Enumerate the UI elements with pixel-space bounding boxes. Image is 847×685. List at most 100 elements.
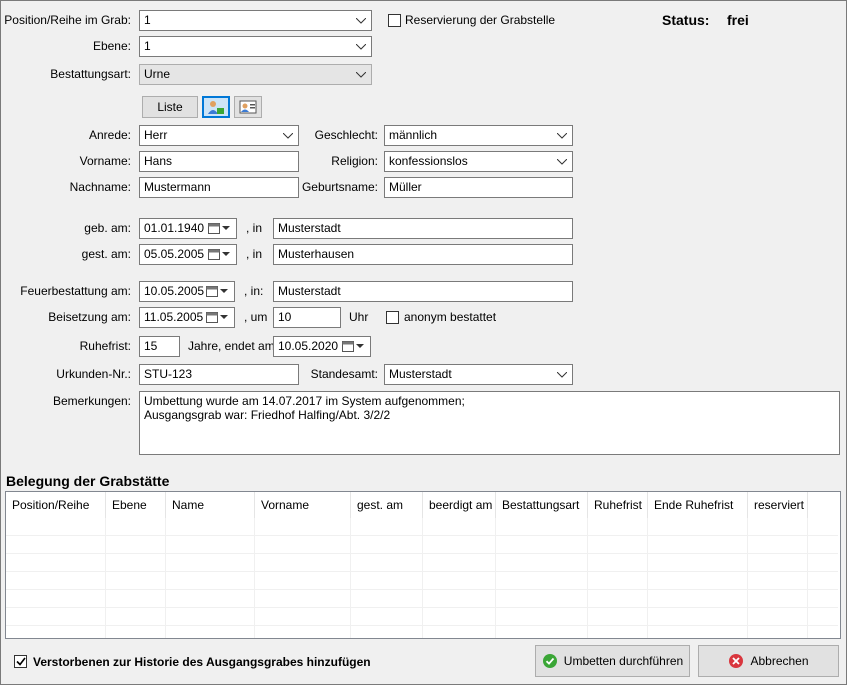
religion-select[interactable]: konfessionslos bbox=[384, 151, 573, 172]
chevron-down-icon[interactable] bbox=[555, 152, 569, 171]
column-header[interactable]: reserviert bbox=[748, 492, 808, 518]
ruhefrist-ende-value: 10.05.2020 bbox=[278, 339, 339, 353]
feuerbestattung-date-picker[interactable]: 10.05.2005 bbox=[139, 281, 235, 302]
religion-label: Religion: bbox=[331, 154, 378, 168]
chevron-down-icon[interactable] bbox=[354, 37, 368, 56]
urkunden-field[interactable]: STU-123 bbox=[139, 364, 299, 385]
standesamt-value: Musterstadt bbox=[389, 367, 452, 381]
feuerbestattung-date-value: 10.05.2005 bbox=[144, 284, 205, 298]
ruhefrist-ende-date-picker[interactable]: 10.05.2020 bbox=[273, 336, 371, 357]
table-row bbox=[6, 626, 838, 638]
chevron-down-icon[interactable] bbox=[354, 65, 368, 84]
uhrzeit-field[interactable]: 10 bbox=[273, 307, 341, 328]
chevron-down-icon[interactable] bbox=[353, 337, 367, 356]
geb-ort-field[interactable]: Musterstadt bbox=[273, 218, 573, 239]
check-circle-icon bbox=[542, 654, 557, 668]
abbrechen-button[interactable]: Abbrechen bbox=[698, 645, 839, 677]
anrede-value: Herr bbox=[144, 128, 168, 142]
geburtsname-field[interactable]: Müller bbox=[384, 177, 573, 198]
anrede-label: Anrede: bbox=[88, 128, 131, 142]
ebene-value: 1 bbox=[144, 39, 151, 53]
umbetten-button[interactable]: Umbetten durchführen bbox=[535, 645, 690, 677]
geburtsname-label: Geburtsname: bbox=[301, 180, 378, 194]
nachname-label: Nachname: bbox=[69, 180, 131, 194]
beisetzung-date-value: 11.05.2005 bbox=[144, 310, 204, 324]
table-body bbox=[6, 518, 838, 638]
gest-date-value: 05.05.2005 bbox=[144, 247, 205, 261]
status-value: frei bbox=[727, 12, 749, 28]
anonym-label: anonym bestattet bbox=[404, 310, 497, 324]
geschlecht-select[interactable]: männlich bbox=[384, 125, 573, 146]
bestattungsart-value: Urne bbox=[144, 67, 171, 81]
belegung-table[interactable]: Position/Reihe Ebene Name Vorname gest. … bbox=[5, 491, 841, 639]
table-row bbox=[6, 572, 838, 590]
religion-value: konfessionslos bbox=[389, 154, 468, 168]
ruhefrist-field[interactable]: 15 bbox=[139, 336, 180, 357]
um-label: , um bbox=[244, 310, 268, 324]
historie-checkbox[interactable] bbox=[14, 655, 27, 668]
chevron-down-icon[interactable] bbox=[555, 126, 569, 145]
feuer-in-label: , in: bbox=[244, 284, 264, 298]
person-transfer-icon bbox=[208, 101, 224, 114]
chevron-down-icon[interactable] bbox=[281, 126, 295, 145]
feuer-ort-field[interactable]: Musterstadt bbox=[273, 281, 573, 302]
table-header: Position/Reihe Ebene Name Vorname gest. … bbox=[6, 492, 808, 518]
column-header[interactable]: beerdigt am bbox=[423, 492, 496, 518]
reservierung-checkbox[interactable] bbox=[388, 14, 401, 27]
beisetzung-label: Beisetzung am: bbox=[48, 310, 131, 324]
column-header[interactable]: Vorname bbox=[255, 492, 351, 518]
geschlecht-value: männlich bbox=[389, 128, 438, 142]
column-header[interactable]: Bestattungsart bbox=[496, 492, 588, 518]
column-header[interactable]: Ende Ruhefrist bbox=[648, 492, 748, 518]
person-card-button[interactable] bbox=[234, 96, 262, 118]
bemerkungen-textarea[interactable]: Umbettung wurde am 14.07.2017 im System … bbox=[139, 391, 840, 455]
standesamt-select[interactable]: Musterstadt bbox=[384, 364, 573, 385]
ruhefrist-label: Ruhefrist: bbox=[79, 339, 131, 353]
gest-ort-field[interactable]: Musterhausen bbox=[273, 244, 573, 265]
table-row bbox=[6, 554, 838, 572]
chevron-down-icon[interactable] bbox=[217, 308, 231, 327]
ebene-select[interactable]: 1 bbox=[139, 36, 372, 57]
geb-date-value: 01.01.1940 bbox=[144, 221, 205, 235]
column-header[interactable]: Ebene bbox=[106, 492, 166, 518]
person-arrow-button[interactable] bbox=[202, 96, 230, 118]
belegung-title: Belegung der Grabstätte bbox=[6, 473, 170, 489]
chevron-down-icon[interactable] bbox=[219, 245, 233, 264]
chevron-down-icon[interactable] bbox=[219, 219, 233, 238]
column-header[interactable]: gest. am bbox=[351, 492, 423, 518]
position-value: 1 bbox=[144, 13, 151, 27]
nachname-field[interactable]: Mustermann bbox=[139, 177, 299, 198]
chevron-down-icon[interactable] bbox=[217, 282, 231, 301]
geb-in-label: , in bbox=[246, 221, 263, 235]
liste-button[interactable]: Liste bbox=[142, 96, 198, 118]
beisetzung-date-picker[interactable]: 11.05.2005 bbox=[139, 307, 235, 328]
position-label: Position/Reihe im Grab: bbox=[4, 13, 131, 27]
anonym-checkbox[interactable] bbox=[386, 311, 399, 324]
column-header[interactable]: Ruhefrist bbox=[588, 492, 648, 518]
umbetten-label: Umbetten durchführen bbox=[563, 654, 684, 668]
bestattungsart-select[interactable]: Urne bbox=[139, 64, 372, 85]
geb-date-picker[interactable]: 01.01.1940 bbox=[139, 218, 237, 239]
chevron-down-icon[interactable] bbox=[354, 11, 368, 30]
position-select[interactable]: 1 bbox=[139, 10, 372, 31]
gest-date-picker[interactable]: 05.05.2005 bbox=[139, 244, 237, 265]
table-row bbox=[6, 536, 838, 554]
gest-in-label: , in bbox=[246, 247, 263, 261]
column-header[interactable]: Position/Reihe bbox=[6, 492, 106, 518]
status-label: Status: bbox=[662, 12, 710, 28]
bemerkungen-label: Bemerkungen: bbox=[52, 394, 131, 408]
gest-label: gest. am: bbox=[81, 247, 131, 261]
person-card-icon bbox=[239, 100, 257, 114]
abbrechen-label: Abbrechen bbox=[750, 654, 809, 668]
bemerkungen-line: Umbettung wurde am 14.07.2017 im System … bbox=[144, 394, 465, 408]
urkunden-label: Urkunden-Nr.: bbox=[56, 367, 131, 381]
anrede-select[interactable]: Herr bbox=[139, 125, 299, 146]
table-row bbox=[6, 590, 838, 608]
feuerbestattung-label: Feuerbestattung am: bbox=[20, 284, 131, 298]
reservierung-label: Reservierung der Grabstelle bbox=[405, 13, 556, 27]
column-header[interactable]: Name bbox=[166, 492, 255, 518]
vorname-field[interactable]: Hans bbox=[139, 151, 299, 172]
ebene-label: Ebene: bbox=[92, 39, 131, 53]
chevron-down-icon[interactable] bbox=[555, 365, 569, 384]
table-row bbox=[6, 608, 838, 626]
